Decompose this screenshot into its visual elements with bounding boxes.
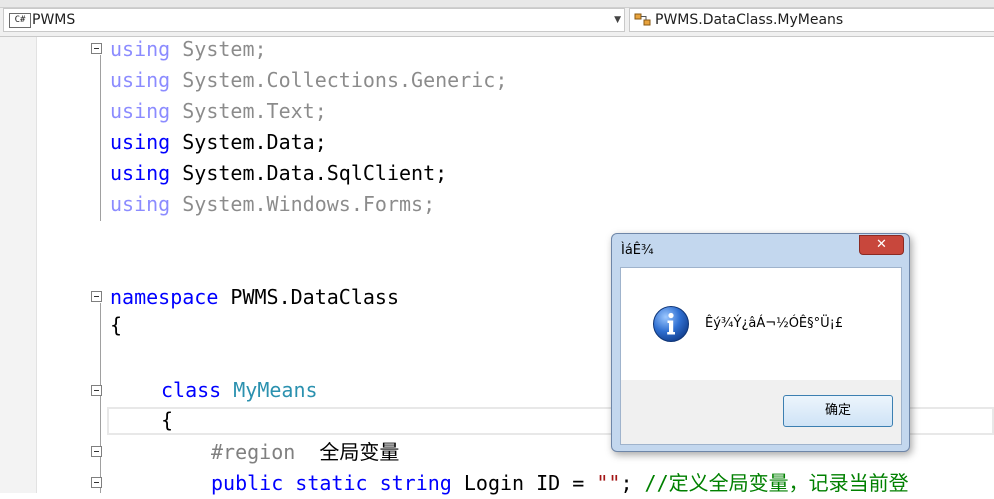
chevron-down-icon[interactable]: ▼ [614, 9, 621, 31]
collapse-icon[interactable] [91, 385, 102, 396]
message-box-dialog: ÌáÊ¾ ✕ Êý¾Ý¿âÁ¬½ÓÊ§°Ü¡£ 确定 [611, 233, 910, 452]
string-literal: "" [596, 471, 621, 495]
project-name: PWMS [32, 12, 76, 28]
keyword: using [110, 99, 171, 123]
csharp-file-icon: C# [9, 13, 31, 28]
code-line: public static string Login ID = ""; //定义… [211, 468, 909, 499]
code-comment: //定义全局变量，记录当前登 [644, 471, 909, 495]
collapse-icon[interactable] [91, 477, 102, 488]
dialog-title: ÌáÊ¾ [621, 243, 654, 258]
collapse-icon[interactable] [91, 446, 102, 457]
dialog-content: Êý¾Ý¿âÁ¬½ÓÊ§°Ü¡£ 确定 [620, 267, 902, 445]
project-dropdown[interactable]: C# PWMS ▼ [3, 8, 625, 32]
keyword: string [379, 471, 452, 495]
keyword: namespace [110, 285, 219, 309]
code-line: class MyMeans [161, 375, 318, 406]
code-line: using System.Data.SqlClient; [110, 158, 447, 189]
code-line: { [161, 405, 173, 436]
type-name: MyMeans [233, 378, 318, 402]
info-icon [653, 306, 689, 342]
navigation-bar: C# PWMS ▼ PWMS.DataClass.MyMeans [0, 0, 994, 37]
collapse-icon[interactable] [91, 43, 102, 54]
keyword: using [110, 37, 171, 61]
keyword: public [211, 471, 284, 495]
close-icon: ✕ [876, 237, 887, 252]
code-line: using System.Collections.Generic; [110, 65, 507, 96]
code-line: using System; [110, 34, 267, 65]
code-line: #region 全局变量 [211, 437, 399, 468]
code-text: { [161, 408, 174, 432]
dialog-message: Êý¾Ý¿âÁ¬½ÓÊ§°Ü¡£ [705, 316, 844, 331]
code-text: 全局变量 [295, 440, 400, 464]
keyword: static [295, 471, 368, 495]
class-icon [634, 13, 651, 26]
code-text: Login ID = [451, 471, 597, 495]
keyword: class [161, 378, 222, 402]
code-line: { [110, 310, 122, 341]
member-dropdown[interactable]: PWMS.DataClass.MyMeans [629, 8, 994, 32]
toolbar-edge [0, 0, 994, 8]
code-line: using System.Data; [110, 127, 327, 158]
outline-line [100, 55, 101, 221]
keyword: using [110, 161, 171, 185]
code-line: namespace PWMS.DataClass [110, 282, 399, 313]
dialog-message-area: Êý¾Ý¿âÁ¬½ÓÊ§°Ü¡£ [621, 268, 901, 380]
editor-margin [0, 37, 37, 493]
code-text: ; [620, 471, 645, 495]
outline-line [100, 303, 101, 493]
member-name: PWMS.DataClass.MyMeans [655, 12, 844, 28]
code-text: { [110, 313, 123, 337]
code-text: PWMS.DataClass [218, 285, 399, 309]
keyword: using [110, 68, 171, 92]
collapse-icon[interactable] [91, 291, 102, 302]
code-text: System.Text; [170, 99, 327, 123]
code-text: System.Data.SqlClient; [170, 161, 448, 185]
region-directive: #region [211, 440, 296, 464]
code-text: System.Collections.Generic; [170, 68, 508, 92]
code-line: using System.Windows.Forms; [110, 189, 435, 220]
code-text: System; [170, 37, 267, 61]
code-text: System.Data; [170, 130, 327, 154]
keyword: using [110, 130, 171, 154]
code-text: System.Windows.Forms; [170, 192, 436, 216]
keyword: using [110, 192, 171, 216]
ok-button[interactable]: 确定 [783, 395, 893, 427]
close-button[interactable]: ✕ [859, 235, 904, 255]
code-line: using System.Text; [110, 96, 327, 127]
